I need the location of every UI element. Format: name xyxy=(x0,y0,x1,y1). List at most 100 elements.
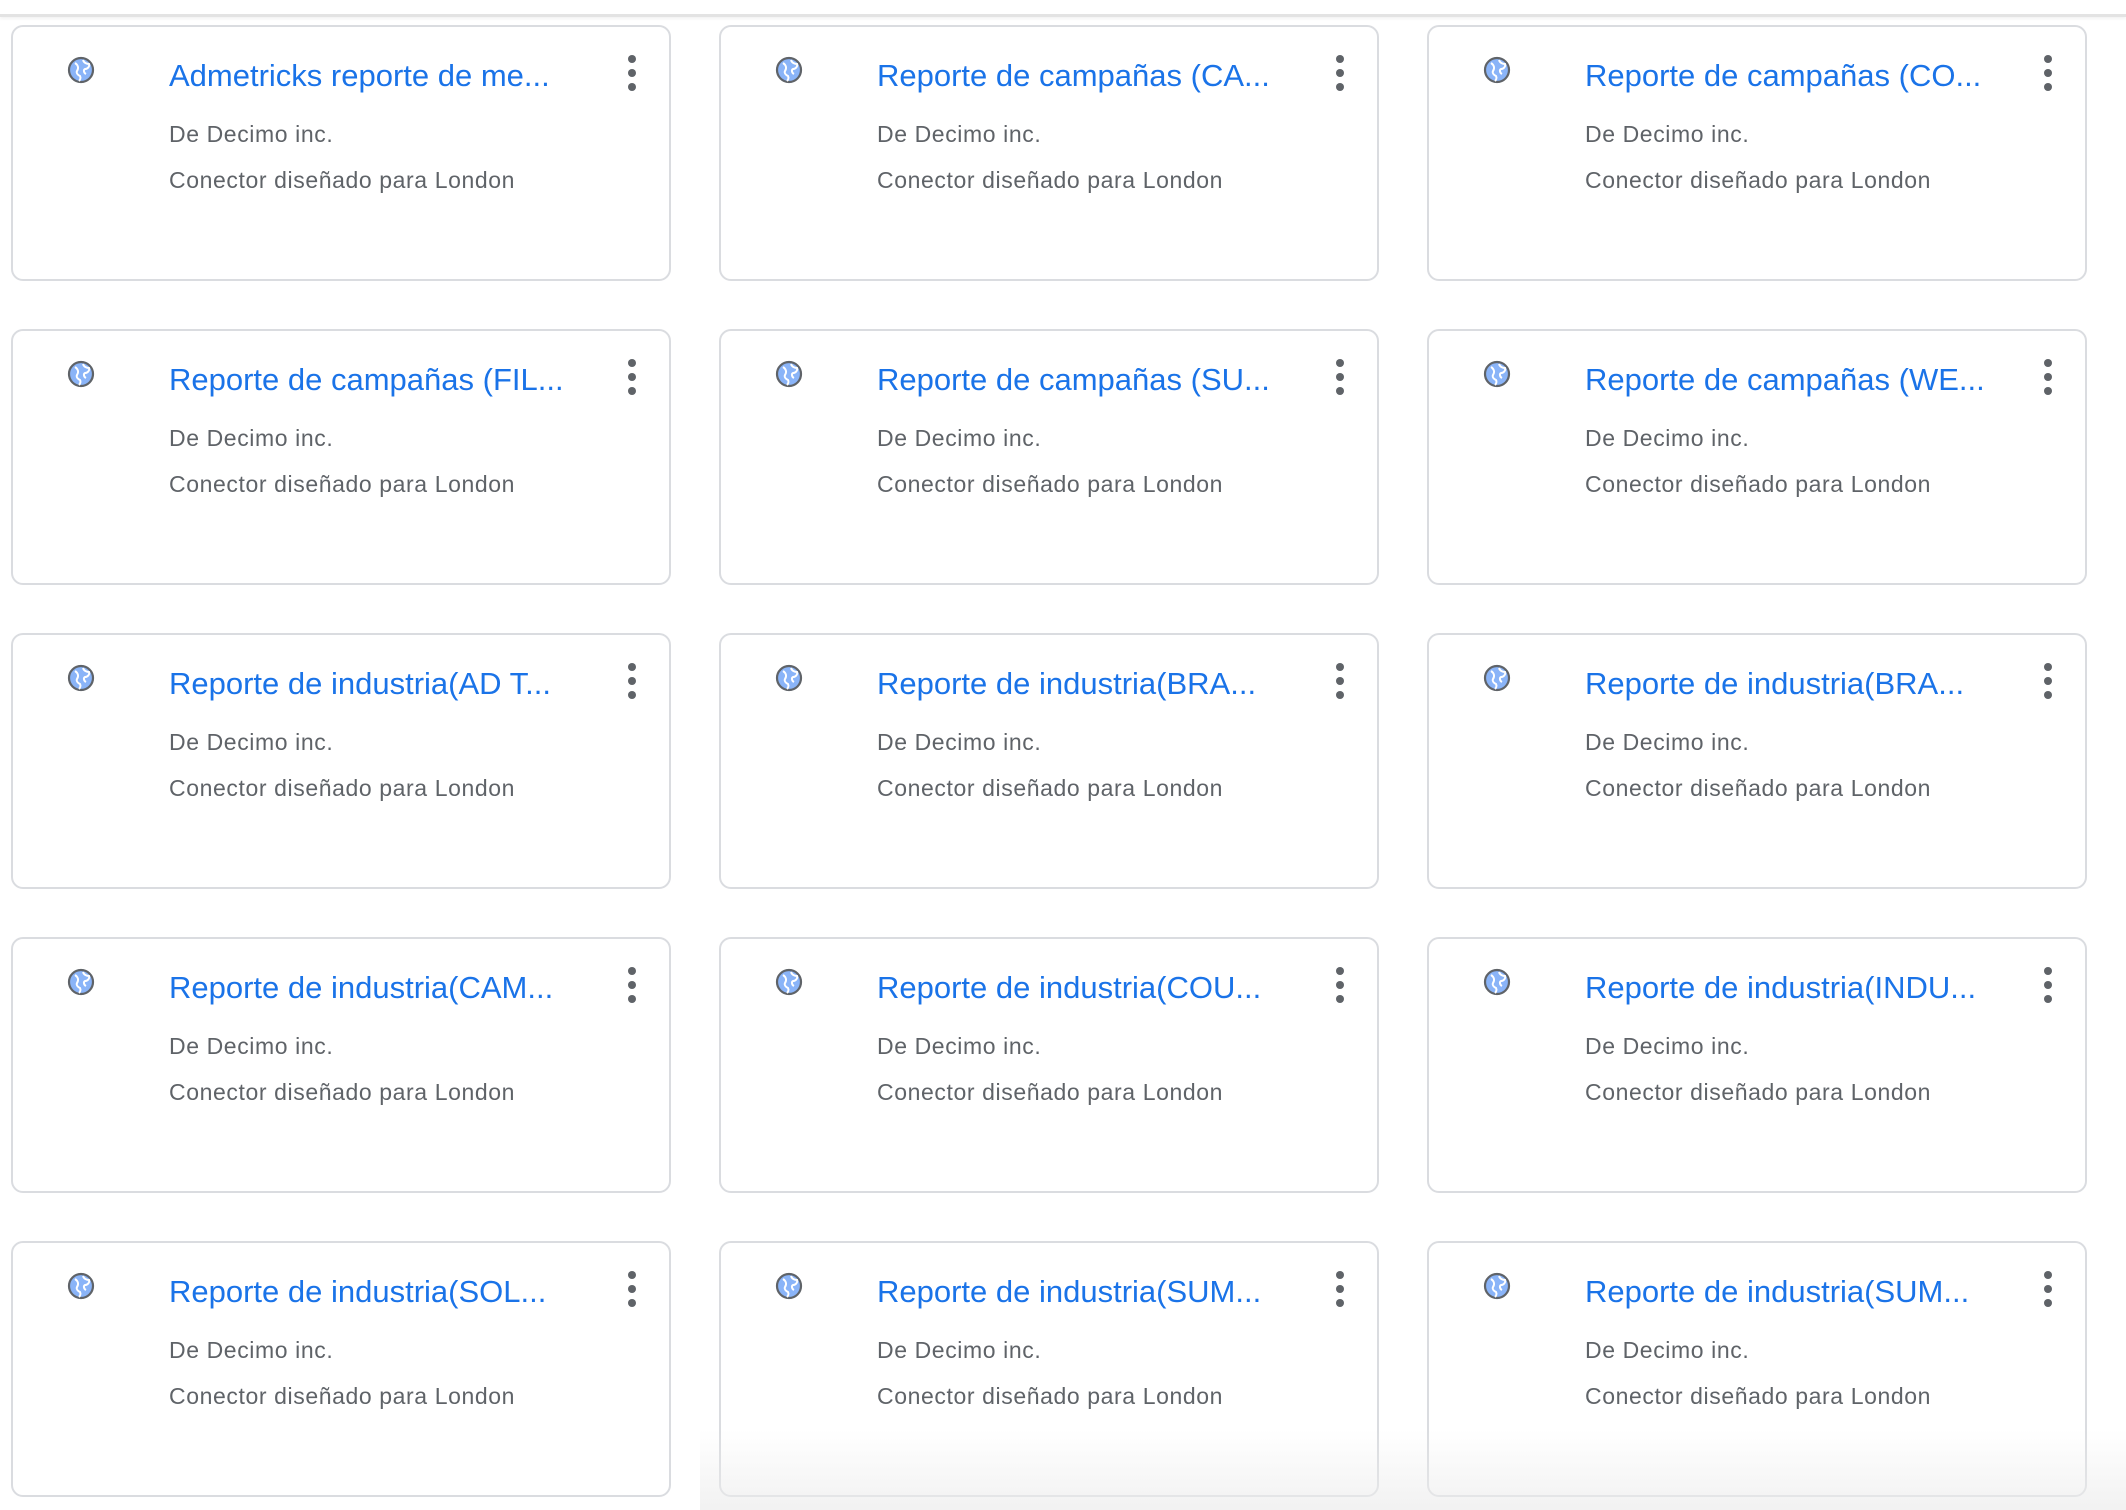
connector-description: Conector diseñado para London xyxy=(1585,1079,1932,1105)
connector-author: De Decimo inc. xyxy=(877,1337,1042,1363)
globe-icon xyxy=(774,663,804,693)
connector-description: Conector diseñado para London xyxy=(1585,471,1932,497)
connector-card[interactable]: Reporte de campañas (SU... De Decimo inc… xyxy=(719,329,1379,585)
connector-description: Conector diseñado para London xyxy=(169,1383,516,1409)
connector-description: Conector diseñado para London xyxy=(877,167,1224,193)
globe-icon xyxy=(1482,1271,1512,1301)
connector-description: Conector diseñado para London xyxy=(877,471,1224,497)
more-options-button[interactable] xyxy=(2035,53,2061,93)
connector-title[interactable]: Reporte de industria(SUM... xyxy=(877,1271,1307,1313)
connector-title[interactable]: Reporte de industria(COU... xyxy=(877,967,1307,1009)
more-options-button[interactable] xyxy=(1327,53,1353,93)
globe-icon xyxy=(774,55,804,85)
connector-author: De Decimo inc. xyxy=(169,1337,334,1363)
connector-description: Conector diseñado para London xyxy=(1585,1383,1932,1409)
more-vert-icon[interactable] xyxy=(1327,965,1353,1005)
connector-title[interactable]: Reporte de campañas (WE... xyxy=(1585,359,2015,401)
more-options-button[interactable] xyxy=(1327,965,1353,1005)
connector-author: De Decimo inc. xyxy=(1585,1337,1750,1363)
connector-card[interactable]: Reporte de campañas (WE... De Decimo inc… xyxy=(1427,329,2087,585)
globe-icon xyxy=(66,967,96,997)
connector-card[interactable]: Reporte de industria(BRA... De Decimo in… xyxy=(1427,633,2087,889)
connector-card[interactable]: Reporte de industria(CAM... De Decimo in… xyxy=(11,937,671,1193)
connector-title[interactable]: Reporte de industria(BRA... xyxy=(1585,663,2015,705)
connector-card[interactable]: Reporte de campañas (CA... De Decimo inc… xyxy=(719,25,1379,281)
connector-card[interactable]: Admetricks reporte de me... De Decimo in… xyxy=(11,25,671,281)
connector-description: Conector diseñado para London xyxy=(1585,167,1932,193)
connector-grid: Admetricks reporte de me... De Decimo in… xyxy=(11,25,2091,1497)
more-vert-icon[interactable] xyxy=(1327,1269,1353,1309)
connector-description: Conector diseñado para London xyxy=(877,1383,1224,1409)
more-options-button[interactable] xyxy=(619,965,645,1005)
globe-icon xyxy=(1482,359,1512,389)
more-vert-icon[interactable] xyxy=(1327,661,1353,701)
more-vert-icon[interactable] xyxy=(619,53,645,93)
globe-icon xyxy=(1482,967,1512,997)
more-vert-icon[interactable] xyxy=(2035,661,2061,701)
connector-title[interactable]: Reporte de industria(AD T... xyxy=(169,663,599,705)
more-options-button[interactable] xyxy=(619,1269,645,1309)
globe-icon xyxy=(66,663,96,693)
connector-description: Conector diseñado para London xyxy=(877,775,1224,801)
more-vert-icon[interactable] xyxy=(619,1269,645,1309)
connector-title[interactable]: Reporte de industria(SUM... xyxy=(1585,1271,2015,1313)
connector-description: Conector diseñado para London xyxy=(1585,775,1932,801)
globe-icon xyxy=(1482,663,1512,693)
connector-title[interactable]: Reporte de industria(INDU... xyxy=(1585,967,2015,1009)
more-vert-icon[interactable] xyxy=(2035,357,2061,397)
connector-card[interactable]: Reporte de industria(SOL... De Decimo in… xyxy=(11,1241,671,1497)
connector-author: De Decimo inc. xyxy=(169,1033,334,1059)
connector-card[interactable]: Reporte de industria(COU... De Decimo in… xyxy=(719,937,1379,1193)
more-options-button[interactable] xyxy=(1327,1269,1353,1309)
connector-author: De Decimo inc. xyxy=(877,121,1042,147)
connector-author: De Decimo inc. xyxy=(169,729,334,755)
connector-title[interactable]: Reporte de industria(SOL... xyxy=(169,1271,599,1313)
connector-card[interactable]: Reporte de industria(SUM... De Decimo in… xyxy=(719,1241,1379,1497)
more-options-button[interactable] xyxy=(619,661,645,701)
connector-description: Conector diseñado para London xyxy=(169,1079,516,1105)
globe-icon xyxy=(774,359,804,389)
connector-card[interactable]: Reporte de industria(BRA... De Decimo in… xyxy=(719,633,1379,889)
globe-icon xyxy=(774,967,804,997)
globe-icon xyxy=(66,1271,96,1301)
more-options-button[interactable] xyxy=(619,357,645,397)
connector-card[interactable]: Reporte de industria(INDU... De Decimo i… xyxy=(1427,937,2087,1193)
more-vert-icon[interactable] xyxy=(2035,1269,2061,1309)
connector-author: De Decimo inc. xyxy=(877,425,1042,451)
connector-title[interactable]: Reporte de campañas (FIL... xyxy=(169,359,599,401)
connector-card[interactable]: Reporte de industria(AD T... De Decimo i… xyxy=(11,633,671,889)
connector-title[interactable]: Reporte de industria(BRA... xyxy=(877,663,1307,705)
connector-card[interactable]: Reporte de campañas (FIL... De Decimo in… xyxy=(11,329,671,585)
more-vert-icon[interactable] xyxy=(1327,53,1353,93)
more-options-button[interactable] xyxy=(619,53,645,93)
more-vert-icon[interactable] xyxy=(619,661,645,701)
more-vert-icon[interactable] xyxy=(2035,53,2061,93)
more-options-button[interactable] xyxy=(1327,661,1353,701)
connector-title[interactable]: Reporte de campañas (CA... xyxy=(877,55,1307,97)
more-options-button[interactable] xyxy=(1327,357,1353,397)
more-vert-icon[interactable] xyxy=(619,965,645,1005)
more-options-button[interactable] xyxy=(2035,357,2061,397)
connector-description: Conector diseñado para London xyxy=(169,775,516,801)
connector-author: De Decimo inc. xyxy=(877,729,1042,755)
connector-description: Conector diseñado para London xyxy=(877,1079,1224,1105)
globe-icon xyxy=(1482,55,1512,85)
connector-author: De Decimo inc. xyxy=(169,121,334,147)
more-options-button[interactable] xyxy=(2035,965,2061,1005)
connector-author: De Decimo inc. xyxy=(1585,121,1750,147)
more-options-button[interactable] xyxy=(2035,1269,2061,1309)
more-vert-icon[interactable] xyxy=(619,357,645,397)
connector-card[interactable]: Reporte de campañas (CO... De Decimo inc… xyxy=(1427,25,2087,281)
more-vert-icon[interactable] xyxy=(1327,357,1353,397)
connector-title[interactable]: Reporte de industria(CAM... xyxy=(169,967,599,1009)
connector-description: Conector diseñado para London xyxy=(169,471,516,497)
connector-title[interactable]: Admetricks reporte de me... xyxy=(169,55,599,97)
connector-card[interactable]: Reporte de industria(SUM... De Decimo in… xyxy=(1427,1241,2087,1497)
more-options-button[interactable] xyxy=(2035,661,2061,701)
connector-author: De Decimo inc. xyxy=(1585,1033,1750,1059)
connector-title[interactable]: Reporte de campañas (SU... xyxy=(877,359,1307,401)
globe-icon xyxy=(66,359,96,389)
connector-title[interactable]: Reporte de campañas (CO... xyxy=(1585,55,2015,97)
more-vert-icon[interactable] xyxy=(2035,965,2061,1005)
connector-description: Conector diseñado para London xyxy=(169,167,516,193)
